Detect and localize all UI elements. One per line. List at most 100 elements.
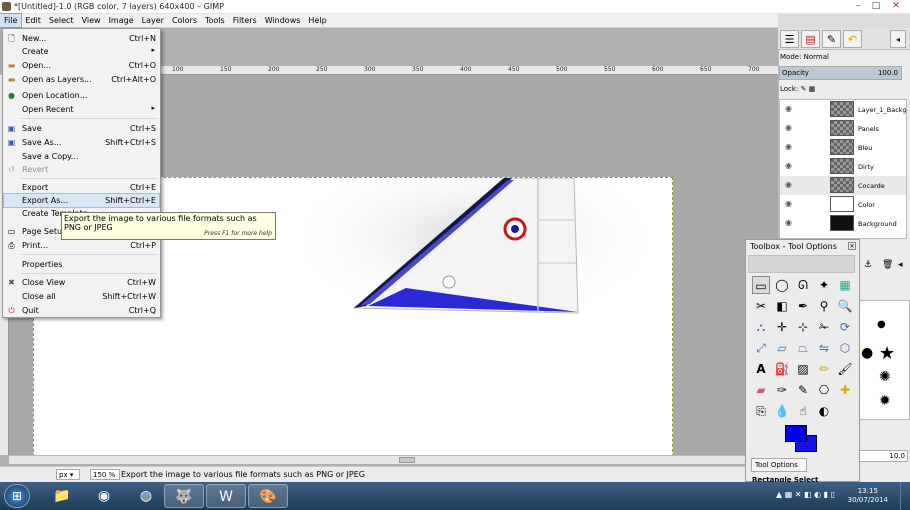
cage-tool-icon[interactable]: ⬡ <box>836 339 854 357</box>
delete-layer-icon[interactable]: 🗑 <box>882 260 893 270</box>
bucket-fill-tool-icon[interactable]: ⛽ <box>773 360 791 378</box>
paths-tool-icon[interactable]: ✒ <box>794 297 812 315</box>
channels-tab-icon[interactable]: ▤ <box>801 30 820 48</box>
menu-item-open-location[interactable]: ● Open Location... <box>4 89 159 102</box>
menu-item-close-all[interactable]: Close all Shift+Ctrl+W <box>4 290 159 303</box>
dodge-burn-tool-icon[interactable]: ◐ <box>815 402 833 420</box>
brush-splatter-icon[interactable]: ✺ <box>879 369 891 385</box>
undo-tab-icon[interactable]: ↶ <box>843 30 862 48</box>
perspective-tool-icon[interactable]: ⏢ <box>794 339 812 357</box>
close-toolbox-icon[interactable]: ✕ <box>848 242 856 250</box>
paths-tab-icon[interactable]: ✎ <box>822 30 841 48</box>
opacity-slider[interactable]: Opacity 100.0 <box>779 66 902 80</box>
flip-tool-icon[interactable]: ⇋ <box>815 339 833 357</box>
layer-mode-select[interactable]: Mode: Normal <box>778 50 910 64</box>
menu-colors[interactable]: Colors <box>168 14 201 27</box>
dock-menu-icon[interactable]: ◂ <box>890 30 906 48</box>
visibility-eye-icon[interactable]: ◉ <box>785 123 792 132</box>
anchor-layer-icon[interactable]: ⚓ <box>864 260 872 270</box>
visibility-eye-icon[interactable]: ◉ <box>785 180 792 189</box>
menu-item-properties[interactable]: Properties <box>4 258 159 271</box>
visibility-eye-icon[interactable]: ◉ <box>785 142 792 151</box>
menu-item-close-view[interactable]: ✖ Close View Ctrl+W <box>4 276 159 289</box>
menu-filters[interactable]: Filters <box>229 14 261 27</box>
menu-item-save[interactable]: ▣ Save Ctrl+S <box>4 122 159 135</box>
menu-item-new[interactable]: 🗋 New... Ctrl+N <box>4 32 159 45</box>
fg-bg-colors[interactable] <box>783 425 823 453</box>
select-by-color-tool-icon[interactable]: ▦ <box>836 276 854 294</box>
layer-row[interactable]: ◉ Color <box>780 195 906 214</box>
clock[interactable]: 13:15 30/07/2014 <box>848 487 888 505</box>
brush-dot-icon[interactable]: ● <box>877 319 886 330</box>
menu-edit[interactable]: Edit <box>21 14 45 27</box>
color-picker-tool-icon[interactable]: ⚲ <box>815 297 833 315</box>
wilber-drop-area[interactable] <box>748 255 855 273</box>
brush-spacing-input[interactable]: 10.0 <box>858 450 908 462</box>
pencil-tool-icon[interactable]: ✏ <box>815 360 833 378</box>
menu-image[interactable]: Image <box>105 14 138 27</box>
rotate-tool-icon[interactable]: ⟳ <box>836 318 854 336</box>
visibility-eye-icon[interactable]: ◉ <box>785 104 792 113</box>
menu-tools[interactable]: Tools <box>201 14 229 27</box>
chrome-icon[interactable]: ◉ <box>84 484 124 508</box>
tool-options-tab[interactable]: Tool Options <box>751 458 807 472</box>
panel-menu-icon[interactable]: ◂ <box>898 260 903 270</box>
layer-row[interactable]: ◉ Bleu <box>780 138 906 157</box>
horizontal-scrollbar[interactable] <box>9 455 778 464</box>
text-tool-icon[interactable]: A <box>752 360 770 378</box>
layer-row[interactable]: ◉ Panels <box>780 119 906 138</box>
brush-star-icon[interactable]: ★ <box>879 343 895 364</box>
menu-item-create[interactable]: Create ▸ <box>4 45 159 58</box>
explorer-icon[interactable]: 📁 <box>42 484 82 508</box>
close-window-button[interactable]: ✕ <box>886 0 906 12</box>
word-icon[interactable]: W <box>206 484 246 508</box>
paint-icon[interactable]: 🎨 <box>248 484 288 508</box>
lock-alpha-icon[interactable]: ▦ <box>809 85 816 93</box>
menu-item-export[interactable]: Export Ctrl+E <box>4 181 159 194</box>
unit-select[interactable]: px ▾ <box>56 469 80 480</box>
menu-item-print[interactable]: ⎙ Print... Ctrl+P <box>4 239 159 252</box>
foreground-color-swatch[interactable] <box>785 425 807 442</box>
layer-row[interactable]: ◉ Dirty <box>780 157 906 176</box>
measure-tool-icon[interactable]: ⛬ <box>752 318 770 336</box>
blur-tool-icon[interactable]: 💧 <box>773 402 791 420</box>
rect-select-tool-icon[interactable]: ▭ <box>752 276 770 294</box>
menu-view[interactable]: View <box>78 14 105 27</box>
scrollbar-thumb[interactable] <box>399 457 415 463</box>
menu-item-open-as-layers[interactable]: ▬ Open as Layers... Ctrl+Alt+O <box>4 73 159 86</box>
menu-item-save-copy[interactable]: Save a Copy... <box>4 150 159 163</box>
shear-tool-icon[interactable]: ▱ <box>773 339 791 357</box>
show-desktop-button[interactable] <box>900 482 910 510</box>
scale-tool-icon[interactable]: ⤢ <box>752 339 770 357</box>
layer-row[interactable]: ◉ Background <box>780 214 906 233</box>
tray-icons[interactable]: ▲ ▦ ✕ ◧ ◐ ▮ ▯ <box>776 490 835 499</box>
minimize-button[interactable]: – <box>850 0 866 12</box>
menu-help[interactable]: Help <box>304 14 330 27</box>
horizontal-ruler[interactable]: 100 150 200 250 300 350 400 450 500 550 … <box>158 66 778 75</box>
menu-select[interactable]: Select <box>45 14 78 27</box>
scissors-tool-icon[interactable]: ✂ <box>752 297 770 315</box>
visibility-eye-icon[interactable]: ◉ <box>785 161 792 170</box>
eraser-tool-icon[interactable]: ▰ <box>752 381 770 399</box>
menu-item-export-as[interactable]: Export As... Shift+Ctrl+E <box>3 193 160 208</box>
maximize-button[interactable]: □ <box>868 0 884 12</box>
visibility-eye-icon[interactable]: ◉ <box>785 199 792 208</box>
lock-pixels-icon[interactable]: ✎ <box>801 85 807 93</box>
menu-windows[interactable]: Windows <box>261 14 305 27</box>
clone-tool-icon[interactable]: ⎔ <box>815 381 833 399</box>
gimp-icon[interactable]: 🐺 <box>164 484 204 508</box>
ellipse-select-tool-icon[interactable]: ◯ <box>773 276 791 294</box>
paintbrush-tool-icon[interactable]: 🖌 <box>836 360 854 378</box>
heal-tool-icon[interactable]: ✚ <box>836 381 854 399</box>
layer-row[interactable]: ◉ Layer_1_Backgro <box>780 100 906 119</box>
menu-item-save-as[interactable]: ▣ Save As... Shift+Ctrl+S <box>4 136 159 149</box>
visibility-eye-icon[interactable]: ◉ <box>785 218 792 227</box>
zoom-tool-icon[interactable]: 🔍 <box>836 297 854 315</box>
layer-row[interactable]: ◉ Cocarde <box>780 176 906 195</box>
layers-tab-icon[interactable]: ☰ <box>780 30 799 48</box>
blend-tool-icon[interactable]: ▨ <box>794 360 812 378</box>
free-select-tool-icon[interactable]: ᘏ <box>794 276 812 294</box>
move-tool-icon[interactable]: ✛ <box>773 318 791 336</box>
brushes-panel[interactable]: ● ● ★ ✺ ✹ <box>858 300 910 420</box>
start-button[interactable]: ⊞ <box>4 484 30 508</box>
